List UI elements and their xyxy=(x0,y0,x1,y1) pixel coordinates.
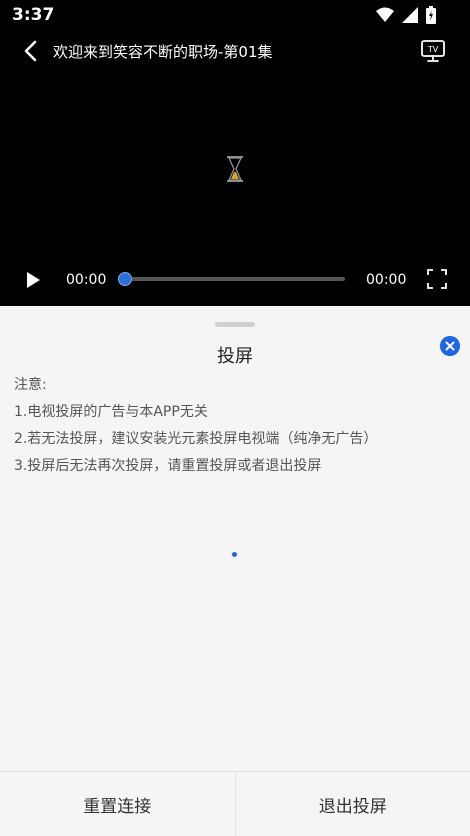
notes-heading: 注意: xyxy=(14,377,47,393)
note-item: 2.若无法投屏，建议安装光元素投屏电视端（纯净无广告） xyxy=(14,431,378,447)
total-time: 00:00 xyxy=(366,272,407,288)
cast-notes: 注意: 1.电视投屏的广告与本APP无关 2.若无法投屏，建议安装光元素投屏电视… xyxy=(14,372,377,480)
back-chevron-icon[interactable] xyxy=(20,39,42,63)
wifi-icon xyxy=(376,7,394,22)
sheet-drag-handle[interactable] xyxy=(215,322,255,327)
exit-cast-button[interactable]: 退出投屏 xyxy=(236,772,470,836)
svg-text:TV: TV xyxy=(427,45,439,54)
progress-thumb[interactable] xyxy=(118,272,132,286)
signal-icon xyxy=(402,7,418,23)
sheet-footer: 重置连接 退出投屏 xyxy=(0,771,470,836)
cast-sheet: 投屏 注意: 1.电视投屏的广告与本APP无关 2.若无法投屏，建议安装光元素投… xyxy=(0,306,470,836)
status-icons xyxy=(376,6,436,24)
player-controls: 00:00 00:00 xyxy=(0,262,470,298)
status-time: 3:37 xyxy=(12,5,55,25)
reset-connection-button[interactable]: 重置连接 xyxy=(0,772,236,836)
tv-cast-icon[interactable]: TV xyxy=(420,38,446,64)
status-bar: 3:37 xyxy=(0,0,470,32)
loading-indicator xyxy=(232,552,237,557)
video-title: 欢迎来到笑容不断的职场-第01集 xyxy=(53,43,273,61)
sheet-title: 投屏 xyxy=(217,346,253,367)
fullscreen-icon[interactable] xyxy=(427,269,447,289)
close-icon[interactable] xyxy=(440,336,460,356)
progress-track[interactable] xyxy=(124,277,345,281)
player-top-bar: 欢迎来到笑容不断的职场-第01集 TV xyxy=(0,34,470,70)
battery-icon xyxy=(426,6,436,24)
play-icon[interactable] xyxy=(24,271,42,289)
note-item: 1.电视投屏的广告与本APP无关 xyxy=(14,404,208,420)
video-player[interactable]: 3:37 欢迎来到笑容不断的职场-第01集 TV 00:00 00:00 xyxy=(0,0,470,306)
current-time: 00:00 xyxy=(66,272,107,288)
note-item: 3.投屏后无法再次投屏，请重置投屏或者退出投屏 xyxy=(14,458,322,474)
hourglass-icon xyxy=(227,156,243,182)
